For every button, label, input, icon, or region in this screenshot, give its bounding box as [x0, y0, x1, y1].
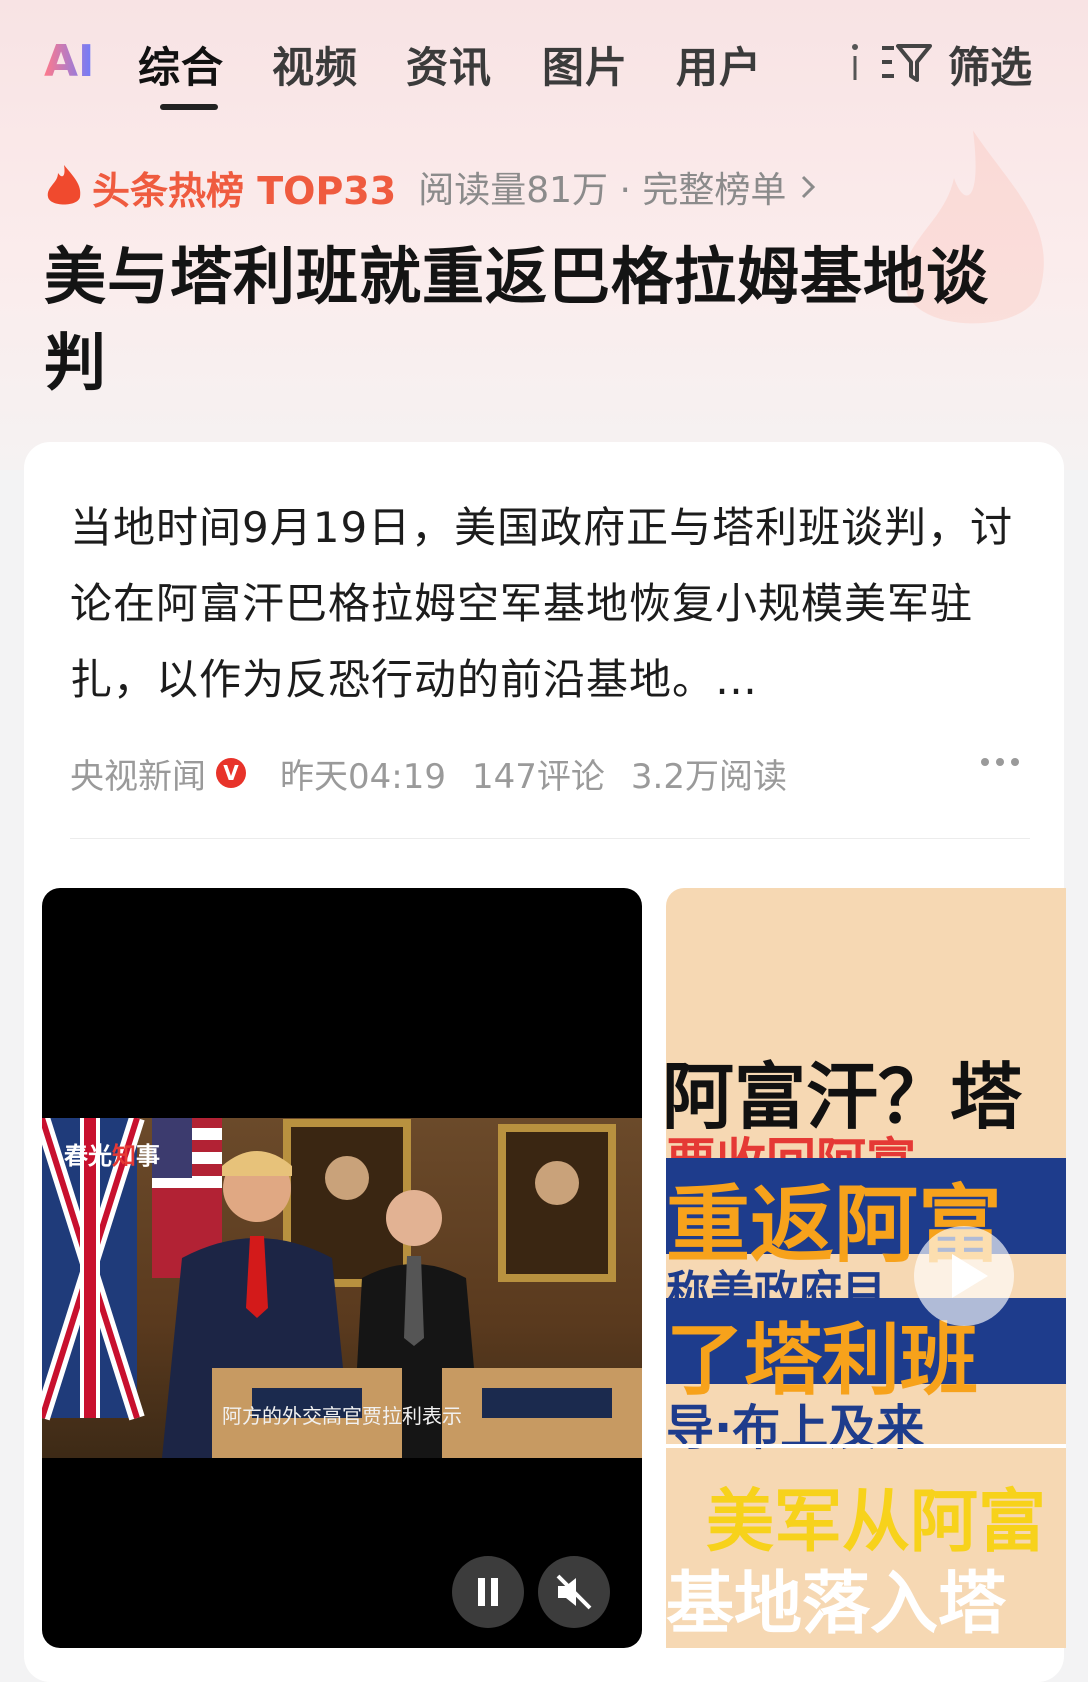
video-thumbnail-1[interactable]: 春光知事 阿方的外交高官贾拉利表示 — [42, 888, 642, 1648]
play-button[interactable] — [914, 1226, 1014, 1326]
mute-button[interactable] — [538, 1556, 610, 1628]
chevron-right-icon — [802, 175, 816, 199]
publish-time: 昨天04:19 — [280, 756, 446, 797]
hot-rank-meta[interactable]: 阅读量81万 · 完整榜单 — [418, 161, 786, 213]
hot-rank-label: 头条热榜 TOP33 — [92, 168, 397, 213]
comment-count: 147评论 — [471, 756, 605, 797]
filter-icon[interactable] — [880, 42, 932, 84]
play-icon — [952, 1254, 988, 1298]
video-watermark: 春光知事 — [64, 1142, 160, 1170]
read-count: 3.2万阅读 — [630, 756, 787, 797]
thumb-text-line: 基地落入塔 — [666, 1565, 1007, 1644]
divider — [70, 838, 1030, 839]
tab-video[interactable]: 视频 — [272, 34, 358, 95]
hot-rank-row[interactable]: 头条热榜 TOP33 阅读量81万 · 完整榜单 — [44, 161, 818, 213]
tab-comprehensive[interactable]: 综合 — [138, 34, 224, 95]
video-thumbnail-2[interactable]: 阿富汗？塔 要收回阿富 重返阿富 称美政府目 了塔利班 导·布上及来 美军从阿富… — [666, 888, 1066, 1648]
hot-flame-icon — [47, 165, 81, 205]
filter-button[interactable]: 筛选 — [948, 34, 1032, 95]
pause-icon — [478, 1578, 498, 1606]
active-tab-indicator — [160, 104, 218, 110]
article-summary[interactable]: 当地时间9月19日，美国政府正与塔利班谈判，讨论在阿富汗巴格拉姆空军基地恢复小规… — [70, 490, 1020, 718]
more-options-icon[interactable] — [980, 756, 1020, 768]
verified-badge-icon: V — [216, 758, 246, 788]
pause-button[interactable] — [452, 1556, 524, 1628]
result-card: 当地时间9月19日，美国政府正与塔利班谈判，讨论在阿富汗巴格拉姆空军基地恢复小规… — [24, 442, 1066, 1682]
hot-topic-headline[interactable]: 美与塔利班就重返巴格拉姆基地谈判 — [44, 234, 1024, 406]
tab-images[interactable]: 图片 — [542, 34, 628, 95]
thumb-divider — [666, 1444, 1066, 1448]
video-subtitle: 阿方的外交高官贾拉利表示 — [222, 1404, 462, 1428]
tab-users[interactable]: 用户 — [676, 34, 762, 95]
article-meta: 央视新闻 V 昨天04:19 147评论 3.2万阅读 — [70, 748, 1030, 798]
source-name[interactable]: 央视新闻 — [70, 749, 206, 798]
ai-tab[interactable]: AI — [44, 36, 94, 87]
search-tab-bar: AI 综合 视频 资讯 图片 用户 筛选 — [0, 0, 1088, 120]
more-tabs-indicator-icon — [852, 44, 858, 80]
muted-speaker-icon — [556, 1574, 592, 1610]
tab-news[interactable]: 资讯 — [406, 34, 492, 95]
